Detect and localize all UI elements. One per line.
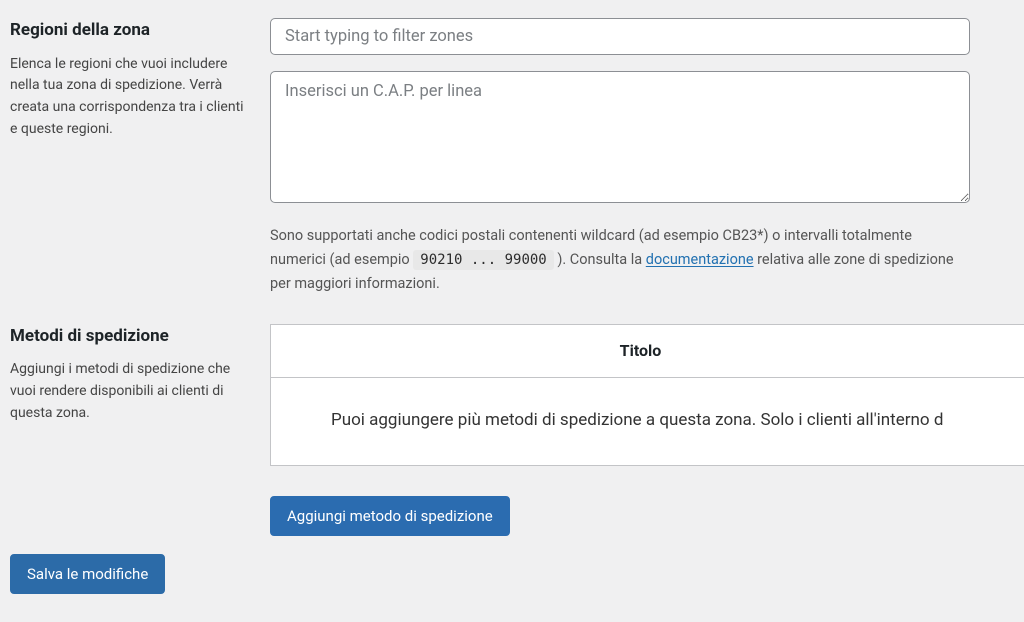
shipping-methods-heading: Metodi di spedizione (10, 324, 250, 350)
zone-regions-left: Regioni della zona Elenca le regioni che… (10, 18, 270, 140)
shipping-methods-section: Metodi di spedizione Aggiungi i metodi d… (10, 324, 1024, 537)
zone-regions-heading: Regioni della zona (10, 18, 250, 44)
shipping-methods-table: Titolo Al Puoi aggiungere più metodi di … (270, 324, 1024, 467)
shipping-methods-right: Titolo Al Puoi aggiungere più metodi di … (270, 324, 1024, 537)
zone-regions-right: Sono supportati anche codici postali con… (270, 18, 1024, 296)
column-title: Titolo (271, 339, 1010, 363)
save-changes-button[interactable]: Salva le modifiche (10, 554, 165, 594)
shipping-methods-description: Aggiungi i metodi di spedizione che vuoi… (10, 359, 250, 424)
save-row: Salva le modifiche (10, 554, 1024, 594)
zone-cap-textarea[interactable] (270, 71, 970, 203)
documentation-link[interactable]: documentazione (646, 251, 754, 268)
zone-regions-section: Regioni della zona Elenca le regioni che… (10, 18, 1024, 296)
column-second: Al (1010, 339, 1024, 363)
zone-regions-description: Elenca le regioni che vuoi includere nel… (10, 54, 250, 141)
shipping-methods-left: Metodi di spedizione Aggiungi i metodi d… (10, 324, 270, 425)
help-text-mid: ). Consulta la (557, 251, 645, 268)
shipping-methods-empty-row: Puoi aggiungere più metodi di spedizione… (271, 378, 1024, 466)
zone-cap-help-text: Sono supportati anche codici postali con… (270, 224, 970, 296)
shipping-methods-table-header: Titolo Al (271, 325, 1024, 378)
add-shipping-method-button[interactable]: Aggiungi metodo di spedizione (270, 496, 510, 536)
help-code-range: 90210 ... 99000 (413, 250, 553, 270)
zone-filter-input[interactable] (270, 18, 970, 55)
add-method-row: Aggiungi metodo di spedizione (270, 496, 1024, 536)
